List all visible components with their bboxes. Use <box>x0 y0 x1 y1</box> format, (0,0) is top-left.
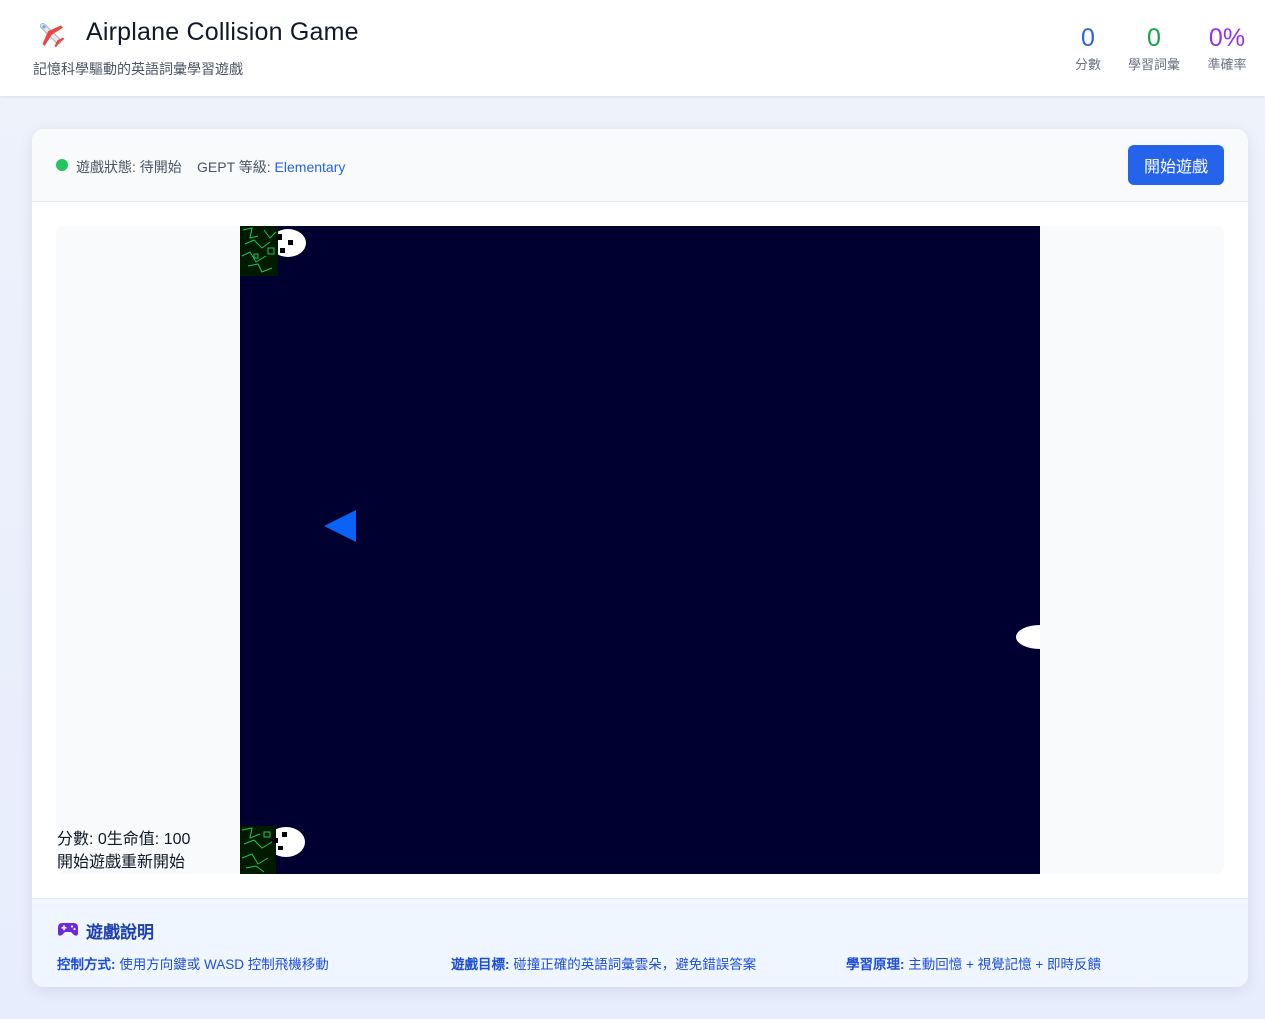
instruction-goal-text: 碰撞正確的英語詞彙雲朵，避免錯誤答案 <box>513 957 757 972</box>
game-area: 分數: 0生命值: 100 開始遊戲重新開始 <box>56 226 1224 874</box>
stat-vocab-label: 學習詞彙 <box>1127 57 1180 72</box>
stat-vocab-value: 0 <box>1147 24 1161 52</box>
game-status: 遊戲狀態: 待開始 <box>76 157 182 177</box>
game-scene <box>240 226 1040 874</box>
app-title: Airplane Collision Game <box>86 18 359 46</box>
hud-start-button[interactable]: 開始遊戲 <box>57 854 121 871</box>
hud-score: 分數: 0 <box>57 831 107 848</box>
app-subtitle: 記憶科學驅動的英語詞彙學習遊戲 <box>33 61 243 77</box>
instruction-controls-label: 控制方式: <box>57 957 116 972</box>
top-header: Airplane Collision Game 記憶科學驅動的英語詞彙學習遊戲 … <box>0 0 1265 96</box>
stat-vocab: 0 學習詞彙 <box>1122 22 1186 73</box>
instruction-goal-label: 遊戲目標: <box>451 957 510 972</box>
instructions-title: 遊戲說明 <box>86 923 154 942</box>
instruction-principle: 學習原理: 主動回憶 + 視覺記憶 + 即時反饋 <box>846 953 1101 973</box>
hud-restart-button[interactable]: 重新開始 <box>121 854 185 871</box>
stat-score-label: 分數 <box>1074 57 1101 72</box>
instruction-principle-text: 主動回憶 + 視覺記憶 + 即時反饋 <box>908 957 1102 972</box>
game-status-label: 遊戲狀態: <box>76 159 136 175</box>
gamepad-icon <box>58 923 78 936</box>
gept-level-label: GEPT 等級: <box>197 159 271 175</box>
instruction-goal: 遊戲目標: 碰撞正確的英語詞彙雲朵，避免錯誤答案 <box>451 953 756 973</box>
gept-level-value: Elementary <box>274 159 346 175</box>
stat-score-value: 0 <box>1081 24 1095 52</box>
game-status-value: 待開始 <box>139 159 182 175</box>
game-instructions: 遊戲說明 控制方式: 使用方向鍵或 WASD 控制飛機移動 遊戲目標: 碰撞正確… <box>32 898 1248 987</box>
stat-accuracy-label: 準確率 <box>1207 57 1247 72</box>
control-bar: 遊戲狀態: 待開始 GEPT 等級: Elementary 開始遊戲 <box>32 129 1248 202</box>
instruction-controls: 控制方式: 使用方向鍵或 WASD 控制飛機移動 <box>57 953 329 973</box>
game-canvas[interactable] <box>240 226 1040 874</box>
stat-accuracy-value: 0% <box>1208 24 1246 52</box>
word-cloud-right[interactable] <box>1016 625 1040 649</box>
stat-accuracy: 0% 準確率 <box>1200 22 1254 73</box>
word-cloud-bottom-left[interactable] <box>240 826 305 874</box>
hud-lives: 生命值: 100 <box>106 831 191 848</box>
game-hud: 分數: 0生命值: 100 開始遊戲重新開始 <box>57 828 190 874</box>
instruction-principle-label: 學習原理: <box>846 957 905 972</box>
status-indicator-dot <box>56 159 68 171</box>
start-game-button[interactable]: 開始遊戲 <box>1128 145 1224 185</box>
instruction-controls-text: 使用方向鍵或 WASD 控制飛機移動 <box>119 957 329 972</box>
word-cloud-top-left[interactable] <box>240 226 306 276</box>
stat-score: 0 分數 <box>1068 22 1108 73</box>
gept-level: GEPT 等級: Elementary <box>197 157 345 177</box>
player-plane-triangle-icon <box>324 510 356 542</box>
airplane-icon <box>39 22 65 48</box>
game-card: 遊戲狀態: 待開始 GEPT 等級: Elementary 開始遊戲 分數: 0… <box>32 129 1248 987</box>
